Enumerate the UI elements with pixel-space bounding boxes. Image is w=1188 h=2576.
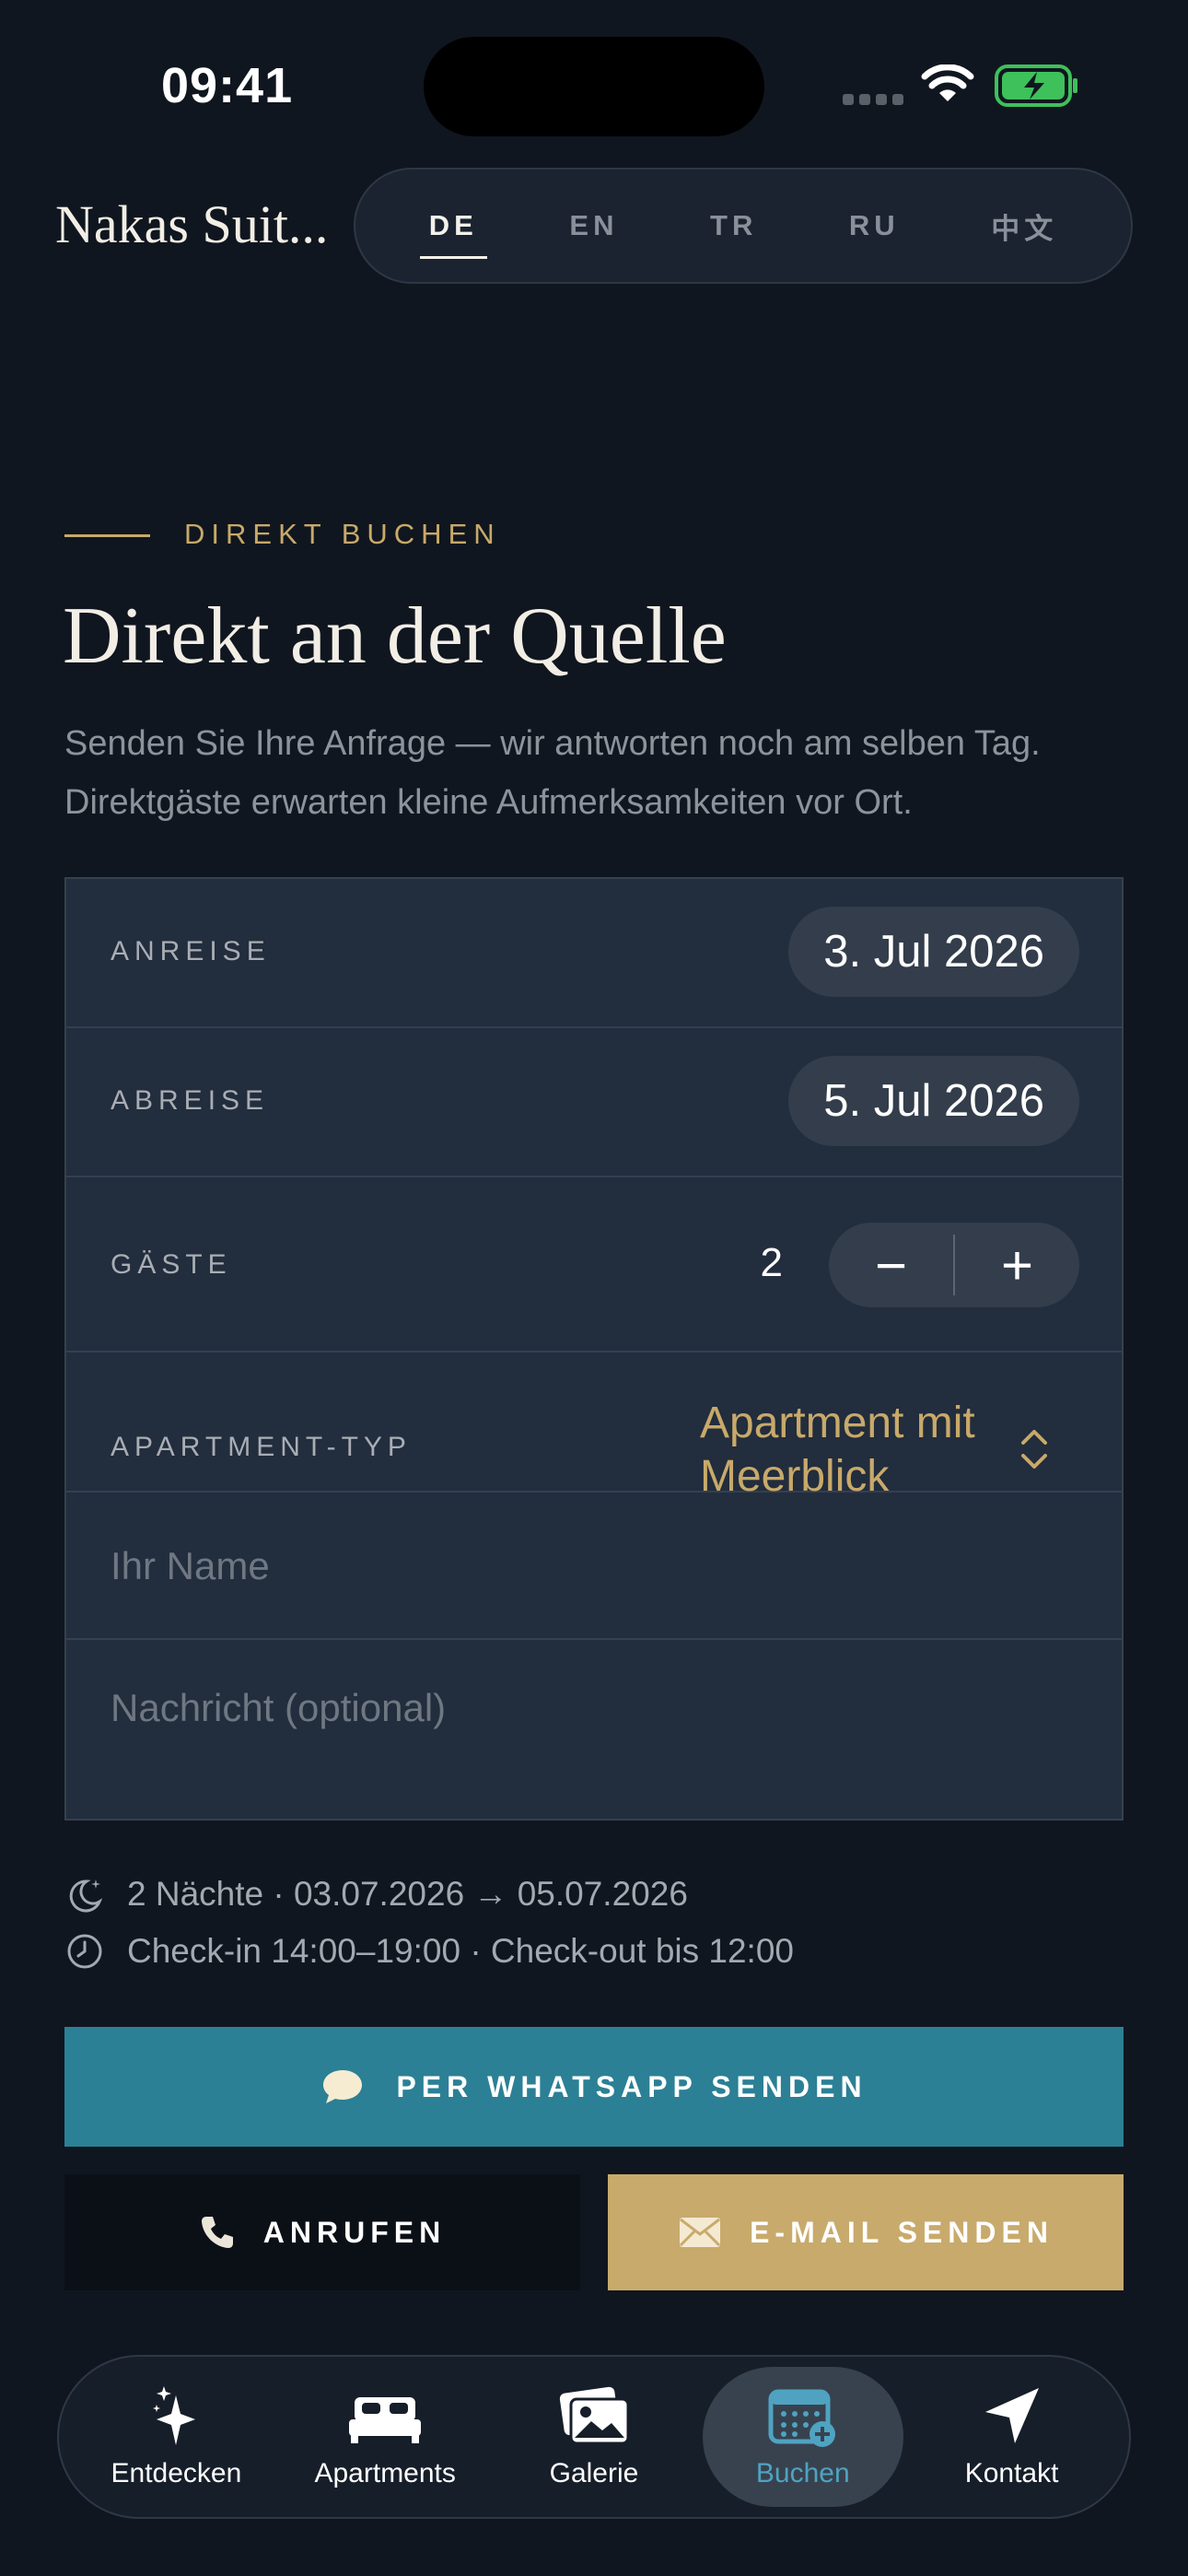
signal-icon bbox=[843, 94, 903, 105]
apartment-select[interactable]: Apartment mit Meerblick bbox=[700, 1397, 1013, 1504]
call-button[interactable]: ANRUFEN bbox=[64, 2174, 580, 2290]
tab-label: Buchen bbox=[755, 2458, 850, 2488]
tab-label: Entdecken bbox=[111, 2458, 242, 2488]
tab-label: Kontakt bbox=[964, 2458, 1059, 2488]
phone-icon bbox=[201, 2217, 233, 2248]
wifi-icon bbox=[921, 64, 974, 101]
decrement-button[interactable]: − bbox=[829, 1223, 953, 1307]
call-label: ANRUFEN bbox=[262, 2215, 447, 2249]
name-input[interactable]: Ihr Name bbox=[111, 1544, 270, 1588]
whatsapp-send-button[interactable]: PER WHATSAPP SENDEN bbox=[64, 2027, 1124, 2147]
guests-row: GÄSTE 2 − + bbox=[66, 1177, 1122, 1352]
message-textarea[interactable]: Nachricht (optional) bbox=[111, 1686, 446, 1730]
increment-button[interactable]: + bbox=[955, 1223, 1079, 1307]
checkin-text: Check-in 14:00–19:00 · Check-out bis 12:… bbox=[127, 1932, 794, 1970]
nights-text: 2 Nächte · 03.07.2026 → 05.07.2026 bbox=[127, 1875, 688, 1913]
tab-apartments[interactable]: Apartments bbox=[285, 2367, 485, 2507]
tab-buchen[interactable]: Buchen bbox=[702, 2367, 903, 2507]
sparkles-icon bbox=[153, 2386, 196, 2445]
status-time: 09:41 bbox=[161, 58, 294, 113]
email-label: E-MAIL SENDEN bbox=[750, 2215, 1054, 2249]
page-title: Direkt an der Quelle bbox=[63, 591, 727, 681]
clock-icon bbox=[67, 1934, 102, 1969]
whatsapp-label: PER WHATSAPP SENDEN bbox=[396, 2069, 868, 2103]
lang-ru[interactable]: RU bbox=[840, 202, 909, 250]
tab-label: Apartments bbox=[314, 2458, 456, 2488]
nights-summary: 2 Nächte · 03.07.2026 → 05.07.2026 bbox=[64, 1874, 688, 1914]
guests-label: GÄSTE bbox=[111, 1249, 232, 1280]
moon-stars-icon bbox=[69, 1879, 103, 1913]
guests-count: 2 bbox=[760, 1240, 783, 1285]
checkin-summary: Check-in 14:00–19:00 · Check-out bis 12:… bbox=[64, 1931, 794, 1972]
departure-date-picker[interactable]: 5. Jul 2026 bbox=[788, 1056, 1079, 1146]
tab-kontakt[interactable]: Kontakt bbox=[912, 2367, 1112, 2507]
language-switcher: DE EN TR RU 中文 bbox=[354, 168, 1133, 284]
departure-row: ABREISE 5. Jul 2026 bbox=[66, 1028, 1122, 1177]
envelope-icon bbox=[680, 2218, 721, 2247]
email-send-button[interactable]: E-MAIL SENDEN bbox=[608, 2174, 1124, 2290]
tab-entdecken[interactable]: Entdecken bbox=[76, 2367, 276, 2507]
departure-label: ABREISE bbox=[111, 1085, 270, 1116]
arrival-date-picker[interactable]: 3. Jul 2026 bbox=[788, 907, 1079, 997]
message-row[interactable]: Nachricht (optional) bbox=[66, 1640, 1122, 1821]
brand-title[interactable]: Nakas Suit... bbox=[55, 193, 328, 255]
arrival-label: ANREISE bbox=[111, 936, 271, 966]
tab-galerie[interactable]: Galerie bbox=[494, 2367, 694, 2507]
arrival-row: ANREISE 3. Jul 2026 bbox=[66, 879, 1122, 1028]
calendar-add-icon bbox=[768, 2389, 835, 2447]
section-kicker: DIREKT BUCHEN bbox=[184, 518, 501, 550]
kicker-divider bbox=[64, 534, 150, 537]
apartment-label: APARTMENT-TYP bbox=[111, 1432, 412, 1462]
bottom-tab-bar: Entdecken Apartments Galerie Buchen Kont… bbox=[57, 2355, 1131, 2519]
tab-label: Galerie bbox=[549, 2458, 639, 2488]
lang-en[interactable]: EN bbox=[560, 202, 627, 250]
bed-icon bbox=[349, 2397, 422, 2443]
chat-bubble-icon bbox=[323, 2070, 363, 2103]
dynamic-island bbox=[424, 37, 764, 136]
chevron-updown-icon bbox=[1021, 1430, 1047, 1469]
name-row[interactable]: Ihr Name bbox=[66, 1493, 1122, 1640]
apartment-row[interactable]: APARTMENT-TYP Apartment mit Meerblick bbox=[66, 1352, 1122, 1501]
location-arrow-icon bbox=[984, 2388, 1039, 2443]
guests-stepper: − + bbox=[829, 1223, 1079, 1307]
booking-form: ANREISE 3. Jul 2026 ABREISE 5. Jul 2026 … bbox=[64, 877, 1124, 1821]
section-intro: Senden Sie Ihre Anfrage — wir antworten … bbox=[64, 724, 1041, 822]
lang-tr[interactable]: TR bbox=[701, 202, 766, 250]
photos-icon bbox=[559, 2386, 630, 2445]
battery-charging-icon bbox=[995, 64, 1077, 107]
lang-de[interactable]: DE bbox=[419, 202, 487, 259]
lang-zh[interactable]: 中文 bbox=[982, 198, 1066, 254]
